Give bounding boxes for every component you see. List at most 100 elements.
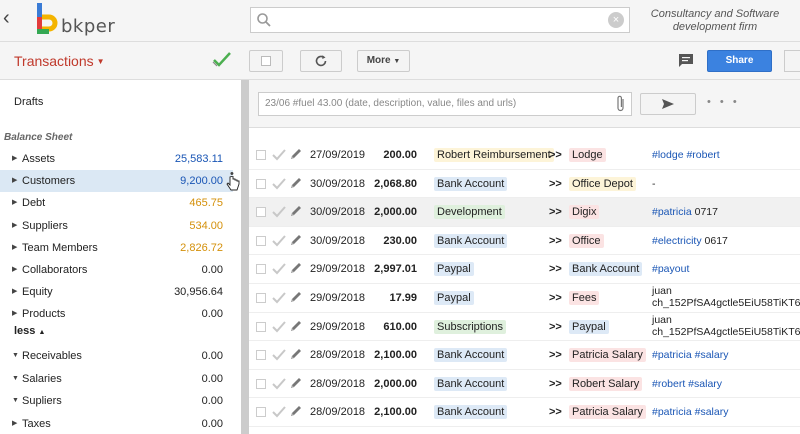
less-toggle[interactable]: less ▲ xyxy=(14,325,45,337)
check-icon[interactable] xyxy=(272,405,286,422)
transaction-input[interactable]: 23/06 #fuel 43.00 (date, description, va… xyxy=(258,92,632,116)
from-account-chip[interactable]: Bank Account xyxy=(434,176,508,191)
edit-pencil-icon[interactable] xyxy=(289,261,303,278)
row-checkbox[interactable] xyxy=(256,178,266,189)
clear-search-icon[interactable]: × xyxy=(608,12,624,28)
check-icon[interactable] xyxy=(272,377,286,394)
to-account-chip[interactable]: Office xyxy=(569,233,604,248)
to-account-chip[interactable]: Office Depot xyxy=(569,176,636,191)
from-account-chip[interactable]: Bank Account xyxy=(434,348,508,363)
to-account-chip[interactable]: Lodge xyxy=(569,148,606,162)
check-icon[interactable] xyxy=(272,348,286,365)
transaction-row[interactable]: 30/09/2018 2,000.00 Development >> Digix #pat… xyxy=(249,198,800,227)
row-checkbox[interactable] xyxy=(256,378,266,389)
from-account-chip[interactable]: Paypal xyxy=(434,262,474,277)
transactions-menu[interactable]: Transactions ▼ xyxy=(14,53,105,69)
share-button[interactable]: Share xyxy=(707,50,772,72)
account-item[interactable]: ▶ Collaborators 0.00 xyxy=(0,259,233,281)
transaction-row[interactable]: 29/09/2018 610.00 Subscriptions >> Paypal jua… xyxy=(249,313,800,342)
from-account-chip[interactable]: Subscriptions xyxy=(434,319,507,334)
account-item[interactable]: ▶ Suppliers 534.00 xyxy=(0,215,233,237)
from-account-chip[interactable]: Bank Account xyxy=(434,376,508,391)
account-item[interactable]: ▶ Debt 465.75 xyxy=(0,192,233,214)
row-checkbox[interactable] xyxy=(256,264,266,275)
to-account-chip[interactable]: Bank Account xyxy=(569,262,643,277)
transaction-row[interactable]: 29/09/2018 2,997.01 Paypal >> Bank Account #p… xyxy=(249,255,800,284)
row-checkbox[interactable] xyxy=(256,150,266,160)
account-item[interactable]: ▶ Products 0.00 xyxy=(0,303,233,325)
drafts-link[interactable]: Drafts xyxy=(14,96,43,108)
hashtags[interactable]: #patricia xyxy=(652,206,692,218)
more-button[interactable]: More ▼ xyxy=(357,50,410,72)
comment-icon[interactable] xyxy=(678,53,694,68)
edit-pencil-icon[interactable] xyxy=(289,290,303,307)
search-icon xyxy=(257,13,271,27)
account-item[interactable]: ▶ Team Members 2,826.72 xyxy=(0,237,233,259)
send-button[interactable] xyxy=(640,93,696,115)
refresh-button[interactable] xyxy=(300,50,342,72)
from-account-chip[interactable]: Robert Reimbursement xyxy=(434,148,554,162)
edit-pencil-icon[interactable] xyxy=(289,347,303,364)
row-checkbox[interactable] xyxy=(256,350,266,361)
edit-pencil-icon[interactable] xyxy=(289,233,303,250)
back-button[interactable]: ‹ xyxy=(3,6,10,30)
more-options-icon[interactable]: • • • xyxy=(707,96,740,108)
edit-pencil-icon[interactable] xyxy=(289,376,303,393)
to-account-chip[interactable]: Robert Salary xyxy=(569,376,643,391)
row-checkbox[interactable] xyxy=(256,321,266,332)
to-account-chip[interactable]: Patricia Salary xyxy=(569,348,646,363)
transaction-row[interactable]: 28/09/2018 2,100.00 Bank Account >> Patricia… xyxy=(249,398,800,427)
transaction-row[interactable]: 30/09/2018 230.00 Bank Account >> Office #ele… xyxy=(249,227,800,256)
account-item[interactable]: ▶ Customers 9,200.00 xyxy=(0,170,233,193)
search-input[interactable]: × xyxy=(250,7,630,33)
check-icon[interactable] xyxy=(272,234,286,251)
hashtags[interactable]: #patricia #salary xyxy=(652,349,728,361)
more-label: More xyxy=(366,55,391,66)
transaction-row[interactable]: 28/09/2018 2,000.00 Bank Account >> Robert S… xyxy=(249,370,800,399)
to-account-chip[interactable]: Paypal xyxy=(569,319,609,334)
select-all-button[interactable] xyxy=(249,50,283,72)
overflow-button[interactable] xyxy=(784,50,800,72)
sidebar-scrollbar[interactable] xyxy=(241,80,249,434)
hashtags[interactable]: #payout xyxy=(652,263,689,275)
check-icon[interactable] xyxy=(272,291,286,308)
to-account-chip[interactable]: Patricia Salary xyxy=(569,405,646,420)
checkbox-icon xyxy=(261,56,271,66)
hashtags[interactable]: #patricia #salary xyxy=(652,406,728,418)
checked-transactions-icon[interactable] xyxy=(212,51,232,69)
row-checkbox[interactable] xyxy=(256,407,266,418)
row-checkbox[interactable] xyxy=(256,235,266,246)
transaction-row[interactable]: 28/09/2018 2,100.00 Bank Account >> Patricia… xyxy=(249,341,800,370)
edit-pencil-icon[interactable] xyxy=(289,319,303,336)
from-account-chip[interactable]: Paypal xyxy=(434,291,474,305)
account-item[interactable]: ▼ Supliers 0.00 xyxy=(0,390,233,412)
edit-pencil-icon[interactable] xyxy=(289,176,303,193)
hashtags[interactable]: #electricity xyxy=(652,235,702,247)
check-icon[interactable] xyxy=(272,205,286,222)
account-item[interactable]: ▶ Taxes 0.00 xyxy=(0,413,233,434)
edit-pencil-icon[interactable] xyxy=(289,204,303,221)
to-account-chip[interactable]: Fees xyxy=(569,291,600,305)
transaction-row[interactable]: 30/09/2018 2,068.80 Bank Account >> Office D… xyxy=(249,170,800,199)
account-item[interactable]: ▼ Receivables 0.00 xyxy=(0,345,233,367)
from-account-chip[interactable]: Bank Account xyxy=(434,233,508,248)
transaction-row[interactable]: 27/09/2019 200.00 Robert Reimbursement >> Lo… xyxy=(249,141,800,170)
check-icon[interactable] xyxy=(272,177,286,194)
from-account-chip[interactable]: Bank Account xyxy=(434,405,508,420)
check-icon[interactable] xyxy=(272,262,286,279)
account-item[interactable]: ▶ Equity 30,956.64 xyxy=(0,281,233,303)
hashtags[interactable]: #robert #salary xyxy=(652,378,722,390)
attach-icon[interactable] xyxy=(616,95,626,113)
check-icon[interactable] xyxy=(272,148,286,165)
transaction-row[interactable]: 29/09/2018 17.99 Paypal >> Fees juan ch_152PfS… xyxy=(249,284,800,313)
edit-pencil-icon[interactable] xyxy=(289,404,303,421)
account-item[interactable]: ▶ Assets 25,583.11 xyxy=(0,148,233,170)
from-account-chip[interactable]: Development xyxy=(434,205,505,220)
check-icon[interactable] xyxy=(272,320,286,337)
row-checkbox[interactable] xyxy=(256,207,266,218)
to-account-chip[interactable]: Digix xyxy=(569,205,600,220)
account-item[interactable]: ▼ Salaries 0.00 xyxy=(0,368,233,390)
row-checkbox[interactable] xyxy=(256,293,266,303)
hashtags[interactable]: #lodge #robert xyxy=(652,149,720,161)
edit-pencil-icon[interactable] xyxy=(289,147,303,164)
